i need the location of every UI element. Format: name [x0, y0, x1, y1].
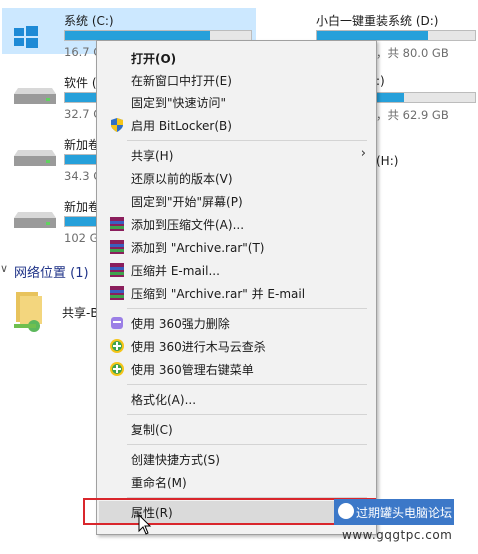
hard-drive-icon — [14, 212, 56, 233]
menu-item-pin-start[interactable]: 固定到"开始"屏幕(P) — [99, 190, 374, 212]
360-plus-icon — [109, 338, 125, 354]
watermark-text: 过期罐头电脑论坛 — [356, 506, 453, 520]
mouse-cursor-icon — [138, 513, 152, 539]
winrar-icon — [109, 239, 125, 255]
network-item-label: 共享-B — [62, 306, 99, 320]
menu-item-bitlocker[interactable]: 启用 BitLocker(B) — [99, 114, 374, 136]
menu-separator — [127, 308, 367, 309]
hard-drive-icon — [14, 88, 56, 109]
drive-name: 系统 (C:) — [64, 14, 114, 28]
menu-item-restore-previous[interactable]: 还原以前的版本(V) — [99, 167, 374, 189]
highlight-box — [83, 498, 376, 525]
winrar-icon — [109, 216, 125, 232]
menu-item-share[interactable]: 共享(H) › — [99, 144, 374, 166]
drive-usage-bar — [64, 154, 98, 165]
menu-item-compress-email[interactable]: 压缩并 E-mail... — [99, 259, 374, 281]
menu-separator — [127, 140, 367, 141]
chevron-down-icon: ∨ — [0, 262, 9, 275]
drive-name: 新加卷 — [64, 138, 101, 152]
menu-item-compress-rar-email[interactable]: 压缩到 "Archive.rar" 并 E-mail — [99, 282, 374, 304]
menu-item-open[interactable]: 打开(O) — [99, 47, 374, 69]
drive-usage-bar — [64, 92, 98, 103]
menu-item-rename[interactable]: 重命名(M) — [99, 471, 374, 493]
drive-name: 小白一键重装系统 (D:) — [316, 14, 439, 28]
menu-item-copy[interactable]: 复制(C) — [99, 418, 374, 440]
menu-item-360-scan[interactable]: 使用 360进行木马云查杀 — [99, 335, 374, 357]
watermark-logo: 过期罐头电脑论坛 — [334, 499, 454, 525]
drive-info: ，共 62.9 GB — [376, 108, 449, 122]
menu-item-format[interactable]: 格式化(A)... — [99, 388, 374, 410]
windows-drive-icon — [14, 26, 38, 51]
watermark-url: www.gqgtpc.com — [342, 528, 453, 542]
drive-name: :) — [376, 74, 385, 88]
chevron-right-icon: › — [360, 146, 366, 161]
menu-separator — [127, 384, 367, 385]
menu-separator — [127, 444, 367, 445]
menu-item-360-manage[interactable]: 使用 360管理右键菜单 — [99, 358, 374, 380]
context-menu: 打开(O) 在新窗口中打开(E) 固定到"快速访问" 启用 BitLocker(… — [96, 40, 377, 535]
drive-info: ，共 80.0 GB — [376, 46, 449, 60]
logo-icon — [338, 503, 354, 519]
winrar-icon — [109, 262, 125, 278]
menu-separator — [127, 414, 367, 415]
network-share-icon[interactable] — [10, 290, 50, 337]
menu-item-open-new-window[interactable]: 在新窗口中打开(E) — [99, 69, 374, 91]
drive-name: 新加卷 — [64, 200, 101, 214]
menu-item-pin-quick-access[interactable]: 固定到"快速访问" — [99, 91, 374, 113]
menu-item-360-force-delete[interactable]: 使用 360强力删除 — [99, 312, 374, 334]
360-shredder-icon — [109, 315, 125, 331]
drive-name: 软件 ( — [64, 76, 97, 90]
360-plus-icon — [109, 361, 125, 377]
hard-drive-icon — [14, 150, 56, 171]
menu-item-create-shortcut[interactable]: 创建快捷方式(S) — [99, 448, 374, 470]
drive-name: (H:) — [376, 154, 399, 168]
shield-icon — [109, 117, 125, 133]
section-label: 网络位置 (1) — [14, 266, 89, 281]
menu-item-add-archive-rar[interactable]: 添加到 "Archive.rar"(T) — [99, 236, 374, 258]
winrar-icon — [109, 285, 125, 301]
drive-info: 102 G — [64, 231, 99, 245]
drive-usage-bar — [64, 216, 98, 227]
menu-item-add-archive[interactable]: 添加到压缩文件(A)... — [99, 213, 374, 235]
